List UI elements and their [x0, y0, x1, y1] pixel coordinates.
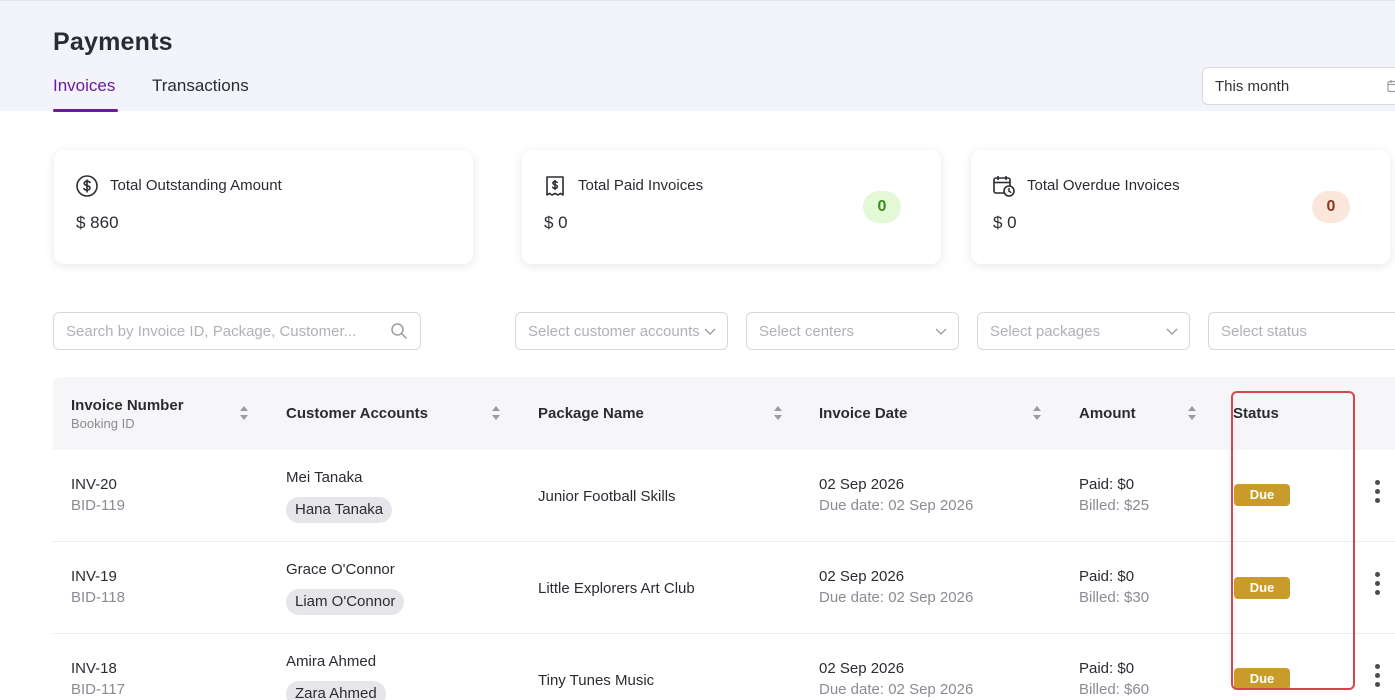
centers-select[interactable]: Select centers: [746, 312, 959, 350]
invoice-date: 02 Sep 2026: [819, 568, 905, 585]
package-name: Junior Football Skills: [538, 488, 676, 505]
sort-icon[interactable]: [491, 405, 501, 421]
page-title: Payments: [53, 28, 173, 56]
column-header-customer-accounts[interactable]: Customer Accounts: [286, 405, 428, 422]
customer-name: Grace O'Connor: [286, 561, 395, 578]
row-actions-menu-icon[interactable]: [1368, 664, 1386, 690]
packages-placeholder: Select packages: [990, 323, 1101, 340]
status-placeholder: Select status: [1221, 323, 1307, 340]
billed-amount: Billed: $25: [1079, 497, 1150, 514]
card-label: Total Paid Invoices: [578, 177, 704, 194]
column-header-status[interactable]: Status: [1233, 405, 1279, 422]
column-header-package-name[interactable]: Package Name: [538, 405, 644, 422]
date-range-select[interactable]: This month: [1202, 67, 1395, 105]
due-date: Due date: 02 Sep 2026: [819, 497, 974, 514]
customer-accounts-select[interactable]: Select customer accounts: [515, 312, 728, 350]
booking-id: BID-118: [71, 589, 125, 606]
column-header-invoice-number[interactable]: Invoice Number: [71, 397, 184, 414]
package-name: Tiny Tunes Music: [538, 672, 655, 689]
tab-invoices[interactable]: Invoices: [53, 76, 115, 96]
search-icon: [391, 323, 407, 339]
active-tab-indicator: [53, 109, 118, 112]
card-value: $ 0: [993, 213, 1017, 232]
child-name-chip: Hana Tanaka: [286, 497, 393, 523]
due-date: Due date: 02 Sep 2026: [819, 589, 974, 606]
sort-icon[interactable]: [1187, 405, 1197, 421]
booking-id: BID-117: [71, 681, 125, 698]
sort-icon[interactable]: [239, 405, 249, 421]
billed-amount: Billed: $30: [1079, 589, 1150, 606]
card-value: $ 0: [544, 213, 568, 232]
child-name-chip: Liam O'Connor: [286, 589, 405, 615]
customer-name: Mei Tanaka: [286, 469, 363, 486]
overdue-count-badge: 0: [1312, 191, 1350, 223]
dollar-circle-icon: [76, 175, 98, 197]
calendar-clock-icon: [993, 176, 1015, 197]
billed-amount: Billed: $60: [1079, 681, 1150, 698]
sort-icon[interactable]: [773, 405, 783, 421]
package-name: Little Explorers Art Club: [538, 580, 695, 597]
summary-card-overdue: Total Overdue Invoices $ 0 0: [971, 150, 1390, 264]
table-row[interactable]: INV-19 BID-118 Grace O'Connor Liam O'Con…: [53, 542, 1395, 634]
due-date: Due date: 02 Sep 2026: [819, 681, 974, 698]
status-select[interactable]: Select status: [1208, 312, 1395, 350]
card-label: Total Overdue Invoices: [1027, 177, 1180, 194]
date-range-value: This month: [1215, 78, 1290, 95]
paid-invoice-icon: [546, 176, 564, 196]
status-badge: Due: [1234, 577, 1290, 599]
chevron-down-icon: [704, 328, 716, 335]
booking-id: BID-119: [71, 497, 125, 514]
table-row[interactable]: INV-20 BID-119 Mei Tanaka Hana Tanaka Ju…: [53, 450, 1395, 542]
customer-accounts-placeholder: Select customer accounts: [528, 323, 700, 340]
card-label: Total Outstanding Amount: [110, 177, 282, 194]
child-name-chip: Zara Ahmed: [286, 681, 386, 700]
table-row[interactable]: INV-18 BID-117 Amira Ahmed Zara Ahmed Ti…: [53, 634, 1395, 700]
tab-transactions[interactable]: Transactions: [152, 76, 249, 96]
status-badge: Due: [1234, 484, 1290, 506]
summary-card-paid: Total Paid Invoices $ 0 0: [522, 150, 941, 264]
sort-icon[interactable]: [1032, 405, 1042, 421]
packages-select[interactable]: Select packages: [977, 312, 1190, 350]
invoice-date: 02 Sep 2026: [819, 476, 905, 493]
paid-amount: Paid: $0: [1079, 476, 1135, 493]
invoice-search-input[interactable]: Search by Invoice ID, Package, Customer.…: [53, 312, 421, 350]
chevron-down-icon: [935, 328, 947, 335]
invoice-number: INV-19: [71, 568, 117, 585]
invoice-number: INV-18: [71, 660, 117, 677]
invoice-number: INV-20: [71, 476, 117, 493]
calendar-icon: [1387, 80, 1395, 93]
paid-count-badge: 0: [863, 191, 901, 223]
paid-amount: Paid: $0: [1079, 568, 1135, 585]
status-badge: Due: [1234, 668, 1290, 690]
column-subheader-booking-id: Booking ID: [71, 416, 135, 431]
customer-name: Amira Ahmed: [286, 653, 377, 670]
invoice-date: 02 Sep 2026: [819, 660, 905, 677]
row-actions-menu-icon[interactable]: [1368, 572, 1386, 598]
summary-card-outstanding: Total Outstanding Amount $ 860: [54, 150, 473, 264]
column-header-amount[interactable]: Amount: [1079, 405, 1136, 422]
column-header-invoice-date[interactable]: Invoice Date: [819, 405, 907, 422]
search-placeholder: Search by Invoice ID, Package, Customer.…: [66, 323, 357, 340]
centers-placeholder: Select centers: [759, 323, 855, 340]
chevron-down-icon: [1166, 328, 1178, 335]
card-value: $ 860: [76, 213, 119, 232]
row-actions-menu-icon[interactable]: [1368, 480, 1386, 506]
table-header: Invoice Number Booking ID Customer Accou…: [53, 377, 1395, 450]
page-header: Payments Invoices Transactions This mont…: [0, 0, 1395, 112]
paid-amount: Paid: $0: [1079, 660, 1135, 677]
